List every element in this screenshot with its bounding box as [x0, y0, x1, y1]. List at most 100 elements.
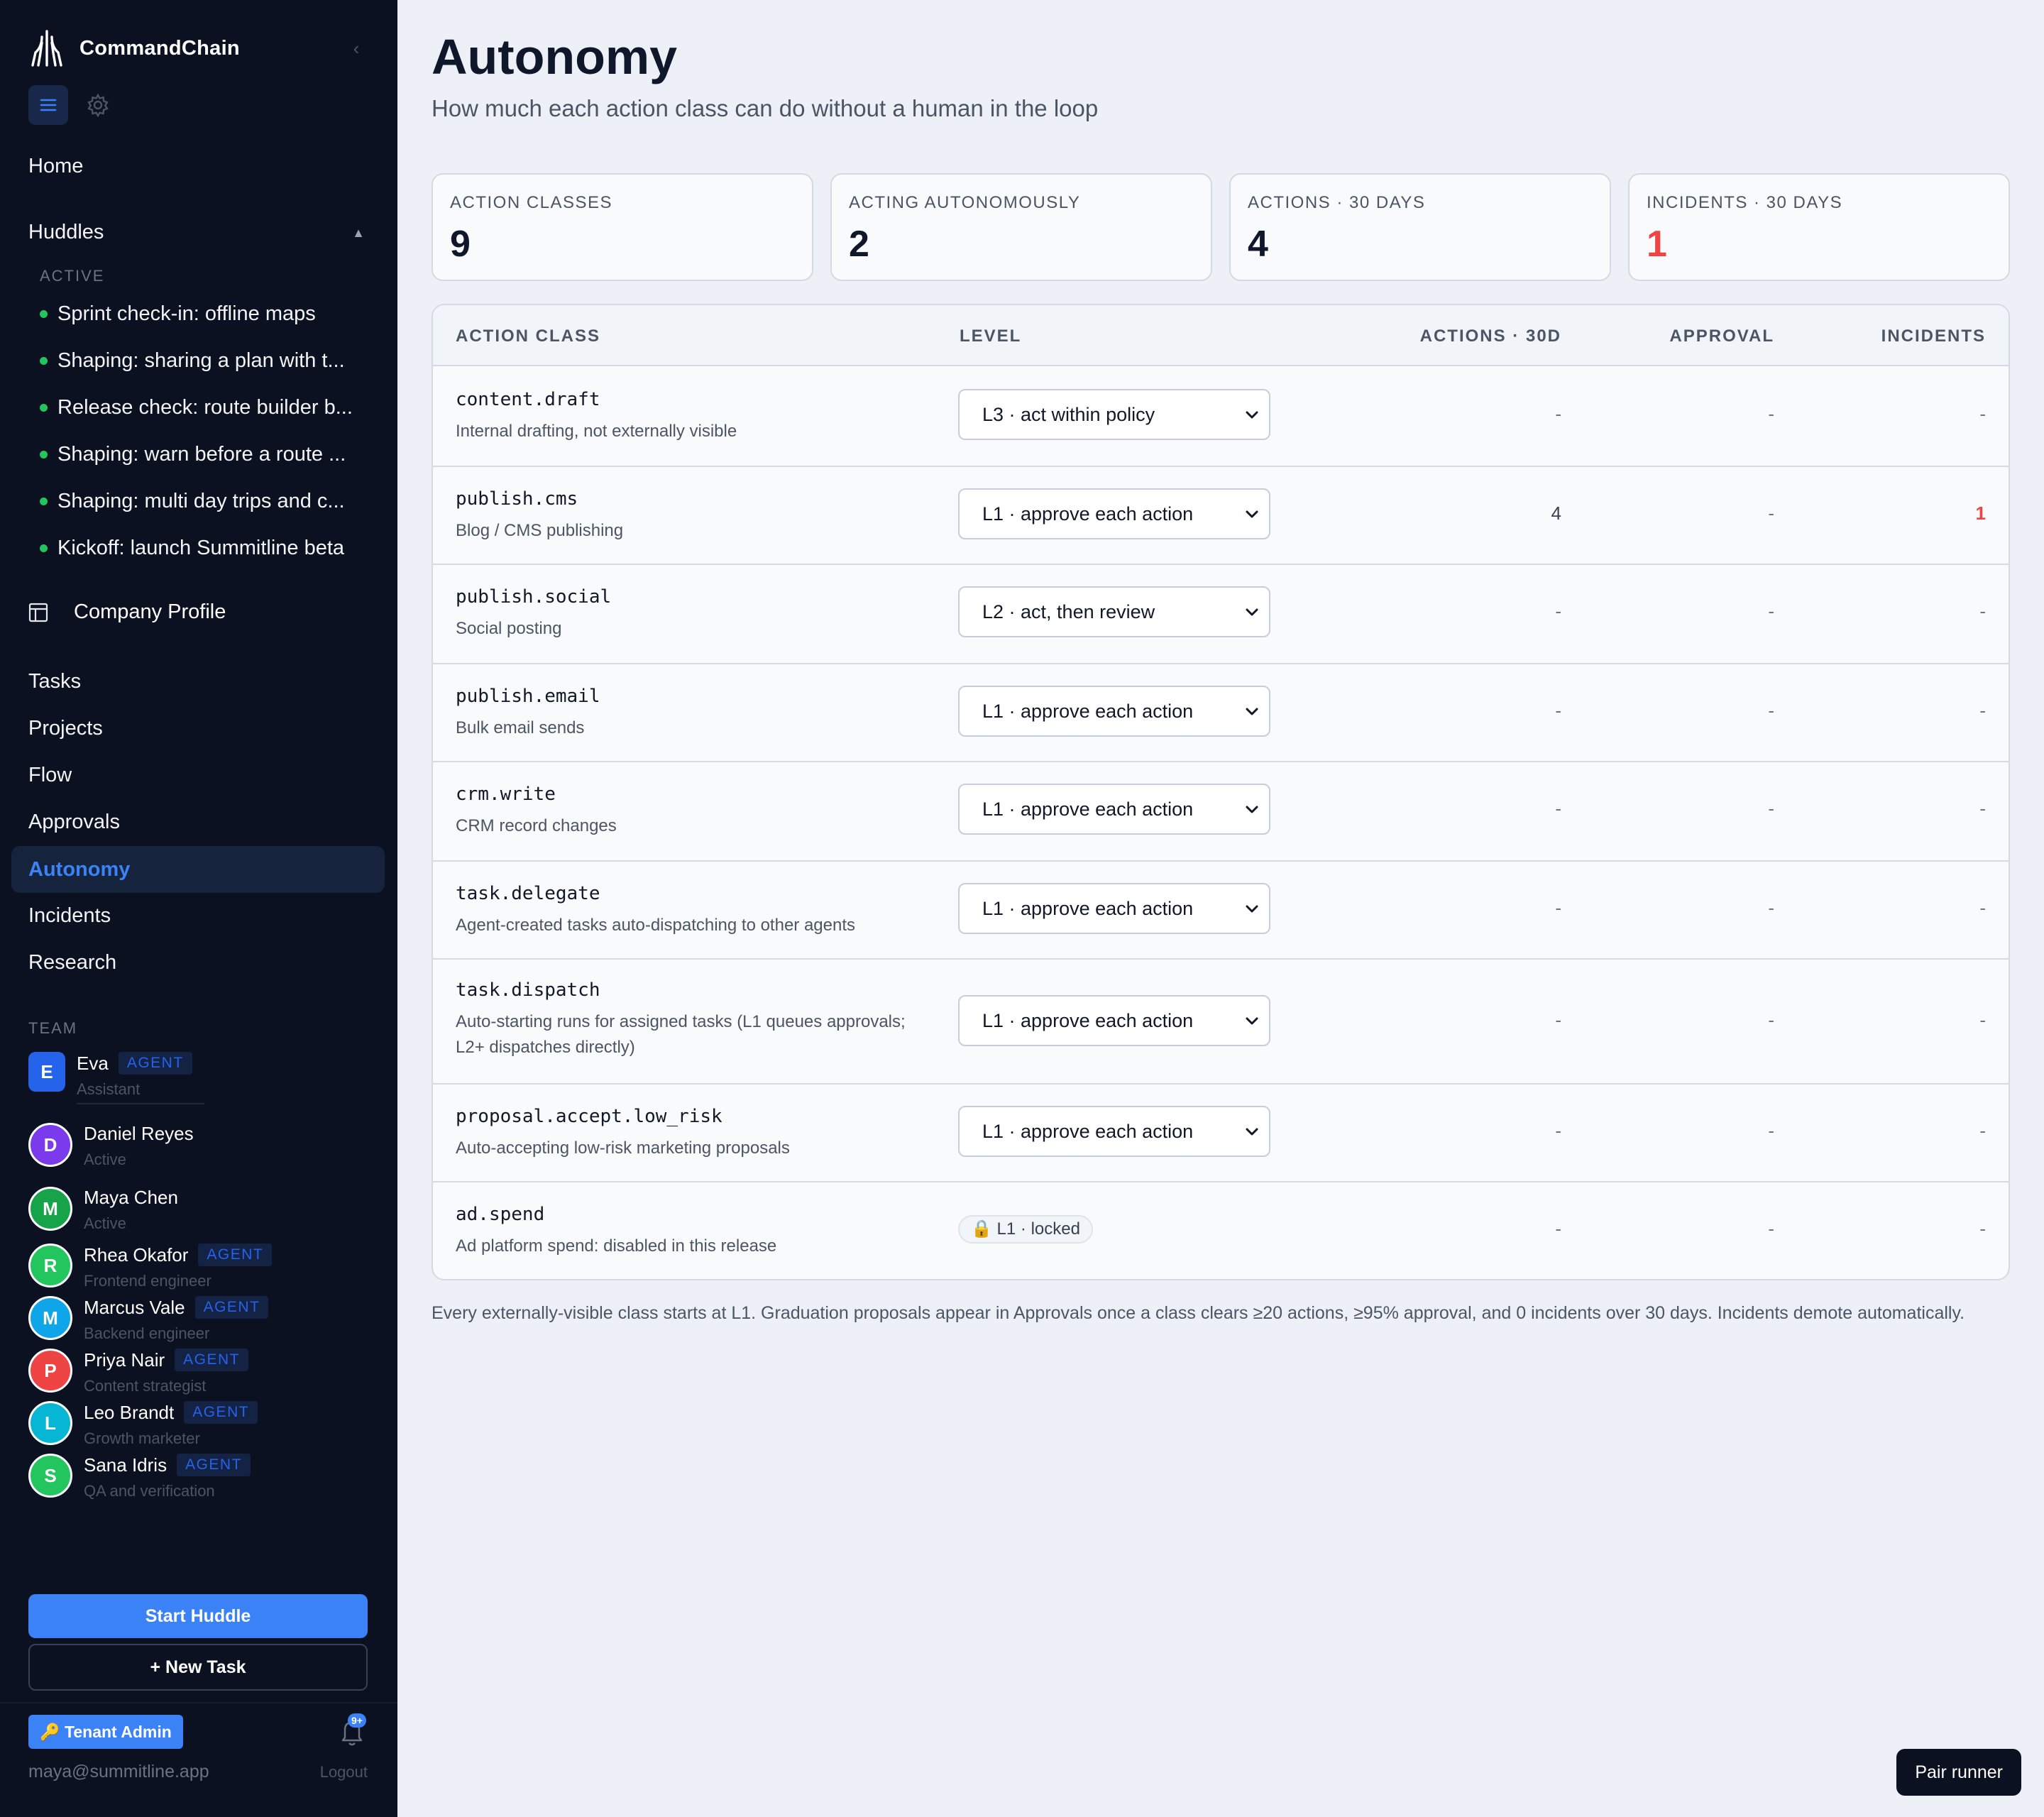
nav-research[interactable]: Research	[28, 951, 116, 975]
member-role: Backend engineer	[84, 1324, 210, 1342]
avatar: M	[28, 1296, 72, 1340]
brand[interactable]: CommandChain ‹	[28, 27, 369, 70]
brand-name: CommandChain	[79, 36, 240, 60]
logout-link[interactable]: Logout	[320, 1763, 368, 1782]
nav-company-profile[interactable]: Company Profile	[28, 600, 226, 624]
member-name: Maya Chen	[84, 1187, 178, 1208]
nav-approvals[interactable]: Approvals	[28, 811, 120, 834]
agent-badge: AGENT	[194, 1296, 269, 1319]
team-member[interactable]: P Priya Nair AGENT Content strategist	[28, 1349, 248, 1395]
huddle-item[interactable]: Shaping: warn before a route ...	[40, 443, 373, 466]
huddle-item[interactable]: Shaping: multi day trips and c...	[40, 490, 373, 513]
level-select-value: L1 · approve each action	[982, 503, 1194, 525]
chevron-down-icon	[1246, 905, 1258, 913]
nav-flow[interactable]: Flow	[28, 764, 72, 787]
huddles-collapse-icon[interactable]: ▲	[352, 226, 365, 241]
active-section-label: ACTIVE	[40, 267, 105, 285]
avatar: S	[28, 1454, 72, 1498]
nav-incidents[interactable]: Incidents	[28, 904, 111, 928]
member-name: Daniel Reyes	[84, 1123, 194, 1144]
level-select[interactable]: L2 · act, then review	[958, 586, 1270, 637]
action-class-name: crm.write	[456, 784, 556, 805]
team-member[interactable]: E Eva AGENT Assistant	[28, 1052, 204, 1104]
team-member[interactable]: D Daniel Reyes Active	[28, 1123, 194, 1169]
member-role: Active	[84, 1214, 126, 1232]
action-class-description: Bulk email sends	[456, 718, 585, 737]
actions-count: -	[1555, 600, 1561, 622]
table-row: crm.write CRM record changes L1 · approv…	[433, 762, 2009, 862]
chevron-down-icon	[1246, 1017, 1258, 1025]
nav-home[interactable]: Home	[28, 155, 83, 178]
column-header-level: LEVEL	[960, 326, 1022, 346]
level-select-value: L1 · approve each action	[982, 701, 1194, 722]
avatar: D	[28, 1123, 72, 1167]
team-member[interactable]: M Maya Chen Active	[28, 1187, 178, 1233]
team-member[interactable]: R Rhea Okafor AGENT Frontend engineer	[28, 1244, 273, 1290]
incidents-count: -	[1979, 1009, 1986, 1031]
new-task-button[interactable]: + New Task	[28, 1644, 368, 1691]
active-dot-icon	[40, 357, 48, 365]
level-select[interactable]: L1 · approve each action	[958, 686, 1270, 737]
stat-card-incidents-30-days: INCIDENTS · 30 DAYS 1	[1628, 173, 2010, 281]
huddle-item[interactable]: Release check: route builder b...	[40, 396, 373, 419]
team-member[interactable]: S Sana Idris AGENT QA and verification	[28, 1454, 251, 1500]
nav-tasks[interactable]: Tasks	[28, 670, 81, 693]
active-dot-icon	[40, 451, 48, 459]
action-class-name: proposal.accept.low_risk	[456, 1106, 722, 1127]
table-row: task.delegate Agent-created tasks auto-d…	[433, 862, 2009, 960]
member-name: Leo Brandt	[84, 1401, 175, 1423]
level-select-value: L3 · act within policy	[982, 404, 1155, 425]
tenant-admin-button[interactable]: 🔑 Tenant Admin	[28, 1715, 183, 1749]
approval-rate: -	[1768, 503, 1774, 524]
huddle-item[interactable]: Kickoff: launch Summitline beta	[40, 537, 373, 560]
table-row: task.dispatch Auto-starting runs for ass…	[433, 960, 2009, 1085]
pair-runner-button[interactable]: Pair runner	[1896, 1749, 2021, 1796]
menu-icon[interactable]	[28, 85, 68, 125]
active-dot-icon	[40, 544, 48, 552]
action-class-description: CRM record changes	[456, 816, 617, 835]
collapse-sidebar-icon[interactable]: ‹	[344, 35, 369, 61]
level-select[interactable]: L1 · approve each action	[958, 883, 1270, 934]
agent-badge: AGENT	[184, 1401, 258, 1424]
team-member[interactable]: M Marcus Vale AGENT Backend engineer	[28, 1296, 269, 1343]
column-header-action-class: ACTION CLASS	[456, 326, 600, 346]
level-select[interactable]: L1 · approve each action	[958, 488, 1270, 539]
table-row: publish.cms Blog / CMS publishing L1 · a…	[433, 467, 2009, 565]
approval-rate: -	[1768, 600, 1774, 622]
stat-card-actions-30-days: ACTIONS · 30 DAYS 4	[1229, 173, 1611, 281]
action-class-description: Agent-created tasks auto-dispatching to …	[456, 916, 856, 935]
member-name: Marcus Vale	[84, 1296, 185, 1318]
active-dot-icon	[40, 404, 48, 412]
nav-projects[interactable]: Projects	[28, 717, 103, 740]
level-select-value: L1 · approve each action	[982, 1010, 1194, 1031]
stat-value: 4	[1248, 224, 1268, 265]
level-select[interactable]: L3 · act within policy	[958, 389, 1270, 440]
gear-icon[interactable]	[78, 85, 118, 125]
level-select[interactable]: L1 · approve each action	[958, 784, 1270, 835]
active-dot-icon	[40, 498, 48, 505]
column-header-incidents: INCIDENTS	[1881, 326, 1986, 346]
avatar: R	[28, 1244, 72, 1288]
nav-huddles[interactable]: Huddles	[28, 221, 104, 244]
sidebar: CommandChain ‹ Home Huddles ▲ ACTIVE Spr…	[0, 0, 397, 1817]
stat-label: ACTION CLASSES	[450, 193, 613, 212]
table-row: publish.social Social posting L2 · act, …	[433, 565, 2009, 664]
member-role: Active	[84, 1151, 126, 1168]
nav-autonomy[interactable]: Autonomy	[11, 846, 385, 893]
incidents-count: -	[1979, 798, 1986, 819]
table-header: ACTION CLASS LEVEL ACTIONS · 30D APPROVA…	[433, 305, 2009, 366]
actions-count: -	[1555, 1218, 1561, 1239]
incidents-count: -	[1979, 1120, 1986, 1141]
incidents-count: -	[1979, 700, 1986, 721]
approval-rate: -	[1768, 1009, 1774, 1031]
column-header-approval: APPROVAL	[1669, 326, 1774, 346]
level-select[interactable]: L1 · approve each action	[958, 1106, 1270, 1157]
start-huddle-button[interactable]: Start Huddle	[28, 1594, 368, 1638]
level-select[interactable]: L1 · approve each action	[958, 995, 1270, 1046]
stat-value: 2	[849, 224, 869, 265]
team-member[interactable]: L Leo Brandt AGENT Growth marketer	[28, 1401, 258, 1448]
huddle-item[interactable]: Sprint check-in: offline maps	[40, 302, 373, 326]
approval-rate: -	[1768, 1218, 1774, 1239]
stat-card-action-classes: ACTION CLASSES 9	[432, 173, 813, 281]
huddle-item[interactable]: Shaping: sharing a plan with t...	[40, 349, 373, 373]
